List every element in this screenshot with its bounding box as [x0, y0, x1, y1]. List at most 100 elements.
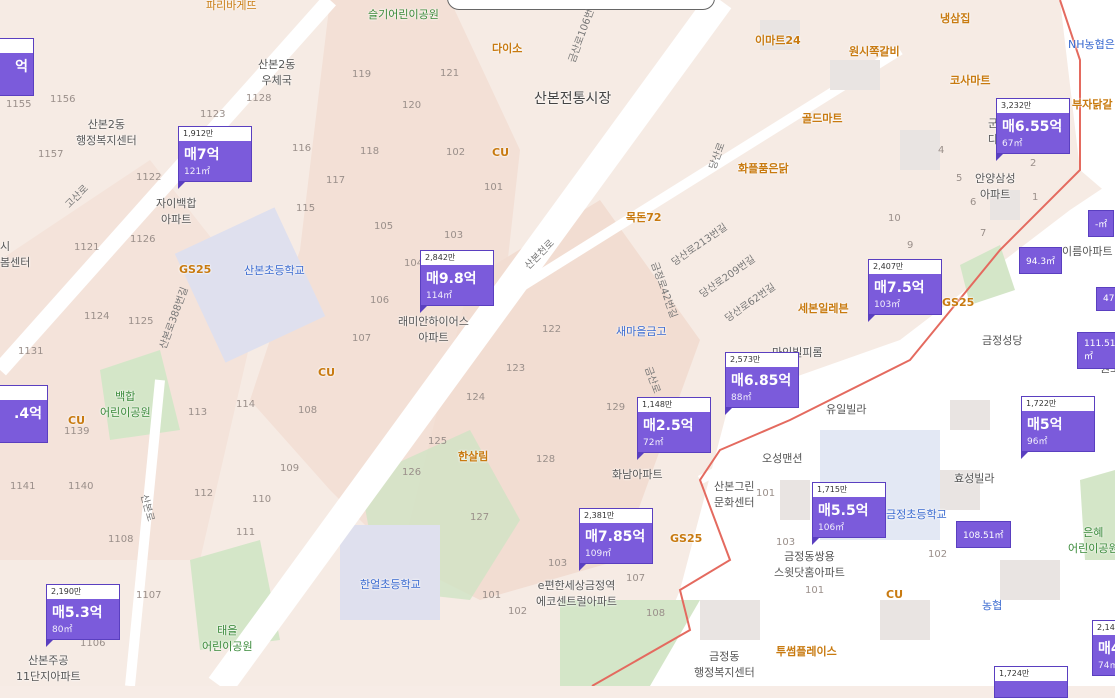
edge-price: 억 [15, 59, 28, 75]
block-number: 117 [326, 175, 346, 186]
map-canvas[interactable]: 파리바게뜨 슬기어린이공원 다이소 이마트24 냉삼집 NH농협은 산본2동 우… [0, 0, 1115, 698]
edge-marker-left-mid[interactable]: .4억 [0, 385, 48, 443]
listing-marker[interactable]: 1,715만매5.5억 106㎡ [812, 482, 886, 545]
block-number: 118 [360, 146, 380, 157]
block-number: 2 [1030, 158, 1037, 169]
block-number: 109 [280, 463, 300, 474]
place-geumjeong-office: 금정동 행정복지센터 [694, 650, 755, 679]
mini-marker[interactable]: 47. [1096, 287, 1115, 311]
listing-marker[interactable]: 1,912만 매7억 121㎡ [178, 126, 252, 189]
place-sanbon-green: 산본그린 문화센터 [714, 480, 755, 509]
block-number: 101 [805, 585, 825, 596]
block-number: 103 [548, 558, 568, 569]
listing-price: 매7.85억 [585, 529, 646, 545]
listing-marker[interactable]: 2,842만 매9.8억 114㎡ [420, 250, 494, 313]
place-geumjeong-apt: 금정동쌍용 스윗닷홈아파트 [774, 550, 845, 579]
block-number: 10 [888, 213, 901, 224]
block-number: 127 [470, 512, 490, 523]
place-anyang: 안양삼성 아파트 [975, 172, 1016, 201]
block-number: 4 [938, 145, 945, 156]
mini-marker[interactable]: -㎡ [1088, 210, 1115, 237]
edge-marker-left-top[interactable]: 억 [0, 38, 34, 96]
listing-price: 매5.3억 [52, 605, 103, 621]
listing-area: 88㎡ [731, 393, 752, 403]
listing-marker[interactable]: 3,232만 매6.55억 67㎡ [996, 98, 1070, 161]
listing-price: 매6.55억 [1002, 119, 1063, 135]
listing-area: 109㎡ [585, 549, 612, 559]
block-number: 1140 [68, 481, 94, 492]
block-number: 7 [980, 228, 987, 239]
listing-area: 72㎡ [643, 438, 664, 448]
place-ireum: 이름아파트 [1062, 245, 1113, 258]
block-number: 106 [370, 295, 390, 306]
place-emart24: 이마트24 [755, 34, 801, 47]
block-number: 102 [928, 549, 948, 560]
listing-unit-price: 1,722만 [1022, 397, 1094, 411]
place-nonghyup: 농협 [982, 599, 1003, 612]
listing-price: 매5.5억 [818, 503, 869, 519]
place-gs25-1: GS25 [179, 263, 212, 276]
block-number: 122 [542, 324, 562, 335]
place-geumjeong-elem: 금정초등학교 [886, 508, 947, 521]
place-sanbon2-post: 산본2동 우체국 [258, 58, 296, 87]
place-hwarupum: 화플품은닭 [738, 162, 789, 175]
listing-unit-price: 1,715만 [813, 483, 885, 497]
block-number: 1 [1032, 192, 1039, 203]
block-number: 5 [956, 173, 963, 184]
edge-marker-right-bottom[interactable]: 2,14 매4 74㎡ [1092, 620, 1115, 676]
listing-price: 매9.8억 [426, 271, 477, 287]
listing-area: 106㎡ [818, 523, 845, 533]
mini-marker[interactable]: 94.3㎡ [1019, 247, 1063, 274]
block-number: 115 [296, 203, 316, 214]
block-number: 103 [776, 537, 796, 548]
block-number: 1108 [108, 534, 134, 545]
place-sanbon-jugong: 산본주공 11단지아파트 [16, 654, 81, 683]
mini-marker[interactable]: 108.51㎡ [956, 521, 1011, 548]
listing-marker[interactable]: 1,148만 매2.5억 72㎡ [637, 397, 711, 460]
listing-marker[interactable]: 2,381만매7.85억 109㎡ [579, 508, 653, 571]
block-number: 111 [236, 527, 256, 538]
block-number: 1141 [10, 481, 36, 492]
block-number: 129 [606, 402, 626, 413]
edge-price: 매4 [1098, 641, 1115, 657]
block-number: 1131 [18, 346, 44, 357]
block-number: 1156 [50, 94, 76, 105]
block-number: 108 [298, 405, 318, 416]
block-number: 1128 [246, 93, 272, 104]
block-number: 1157 [38, 149, 64, 160]
listing-area: 103㎡ [874, 300, 901, 310]
place-ehanhan: e편한세상금정역 에코센트럴아파트 [536, 579, 617, 608]
edge-marker-bottom[interactable]: 1,724만 [994, 666, 1068, 698]
listing-marker[interactable]: 2,573만 매6.85억 88㎡ [725, 352, 799, 415]
listing-area: 80㎡ [52, 625, 73, 635]
listing-area: 67㎡ [1002, 139, 1023, 149]
block-number: 103 [444, 230, 464, 241]
block-number: 1107 [136, 590, 162, 601]
block-number: 107 [626, 573, 646, 584]
block-number: 107 [352, 333, 372, 344]
listing-unit-price: 2,407만 [869, 260, 941, 274]
block-number: 1155 [6, 99, 32, 110]
block-number: 110 [252, 494, 272, 505]
listing-marker[interactable]: 2,190만 매5.3억 80㎡ [46, 584, 120, 647]
block-number: 1122 [136, 172, 162, 183]
listing-marker[interactable]: 1,722만 매5억 96㎡ [1021, 396, 1095, 459]
listing-marker[interactable]: 2,407만 매7.5억 103㎡ [868, 259, 942, 322]
place-gs25-2: GS25 [942, 296, 975, 309]
place-paris: 파리바게뜨 [206, 0, 257, 12]
listing-price: 매2.5억 [643, 418, 694, 434]
place-baekhap-park: 백합 어린이공원 [100, 390, 151, 419]
place-nh: NH농협은 [1068, 38, 1115, 51]
place-sanbon2-office: 산본2동 행정복지센터 [76, 118, 137, 147]
place-hansalim: 한살림 [458, 450, 489, 463]
mini-marker[interactable]: 111.51㎡ [1077, 332, 1115, 369]
block-number: 9 [907, 240, 914, 251]
place-yueol: 유일빌라 [826, 403, 867, 416]
place-budak-galbi: 부자닭갈 [1072, 98, 1113, 111]
edge-area: 74㎡ [1098, 661, 1115, 671]
place-naengsamjip: 냉삼집 [940, 12, 971, 25]
place-seobon: 세본일레븐 [798, 302, 849, 315]
place-seulgi-park: 슬기어린이공원 [368, 8, 439, 21]
block-number: 123 [506, 363, 526, 374]
listing-unit-price: 2,381만 [580, 509, 652, 523]
